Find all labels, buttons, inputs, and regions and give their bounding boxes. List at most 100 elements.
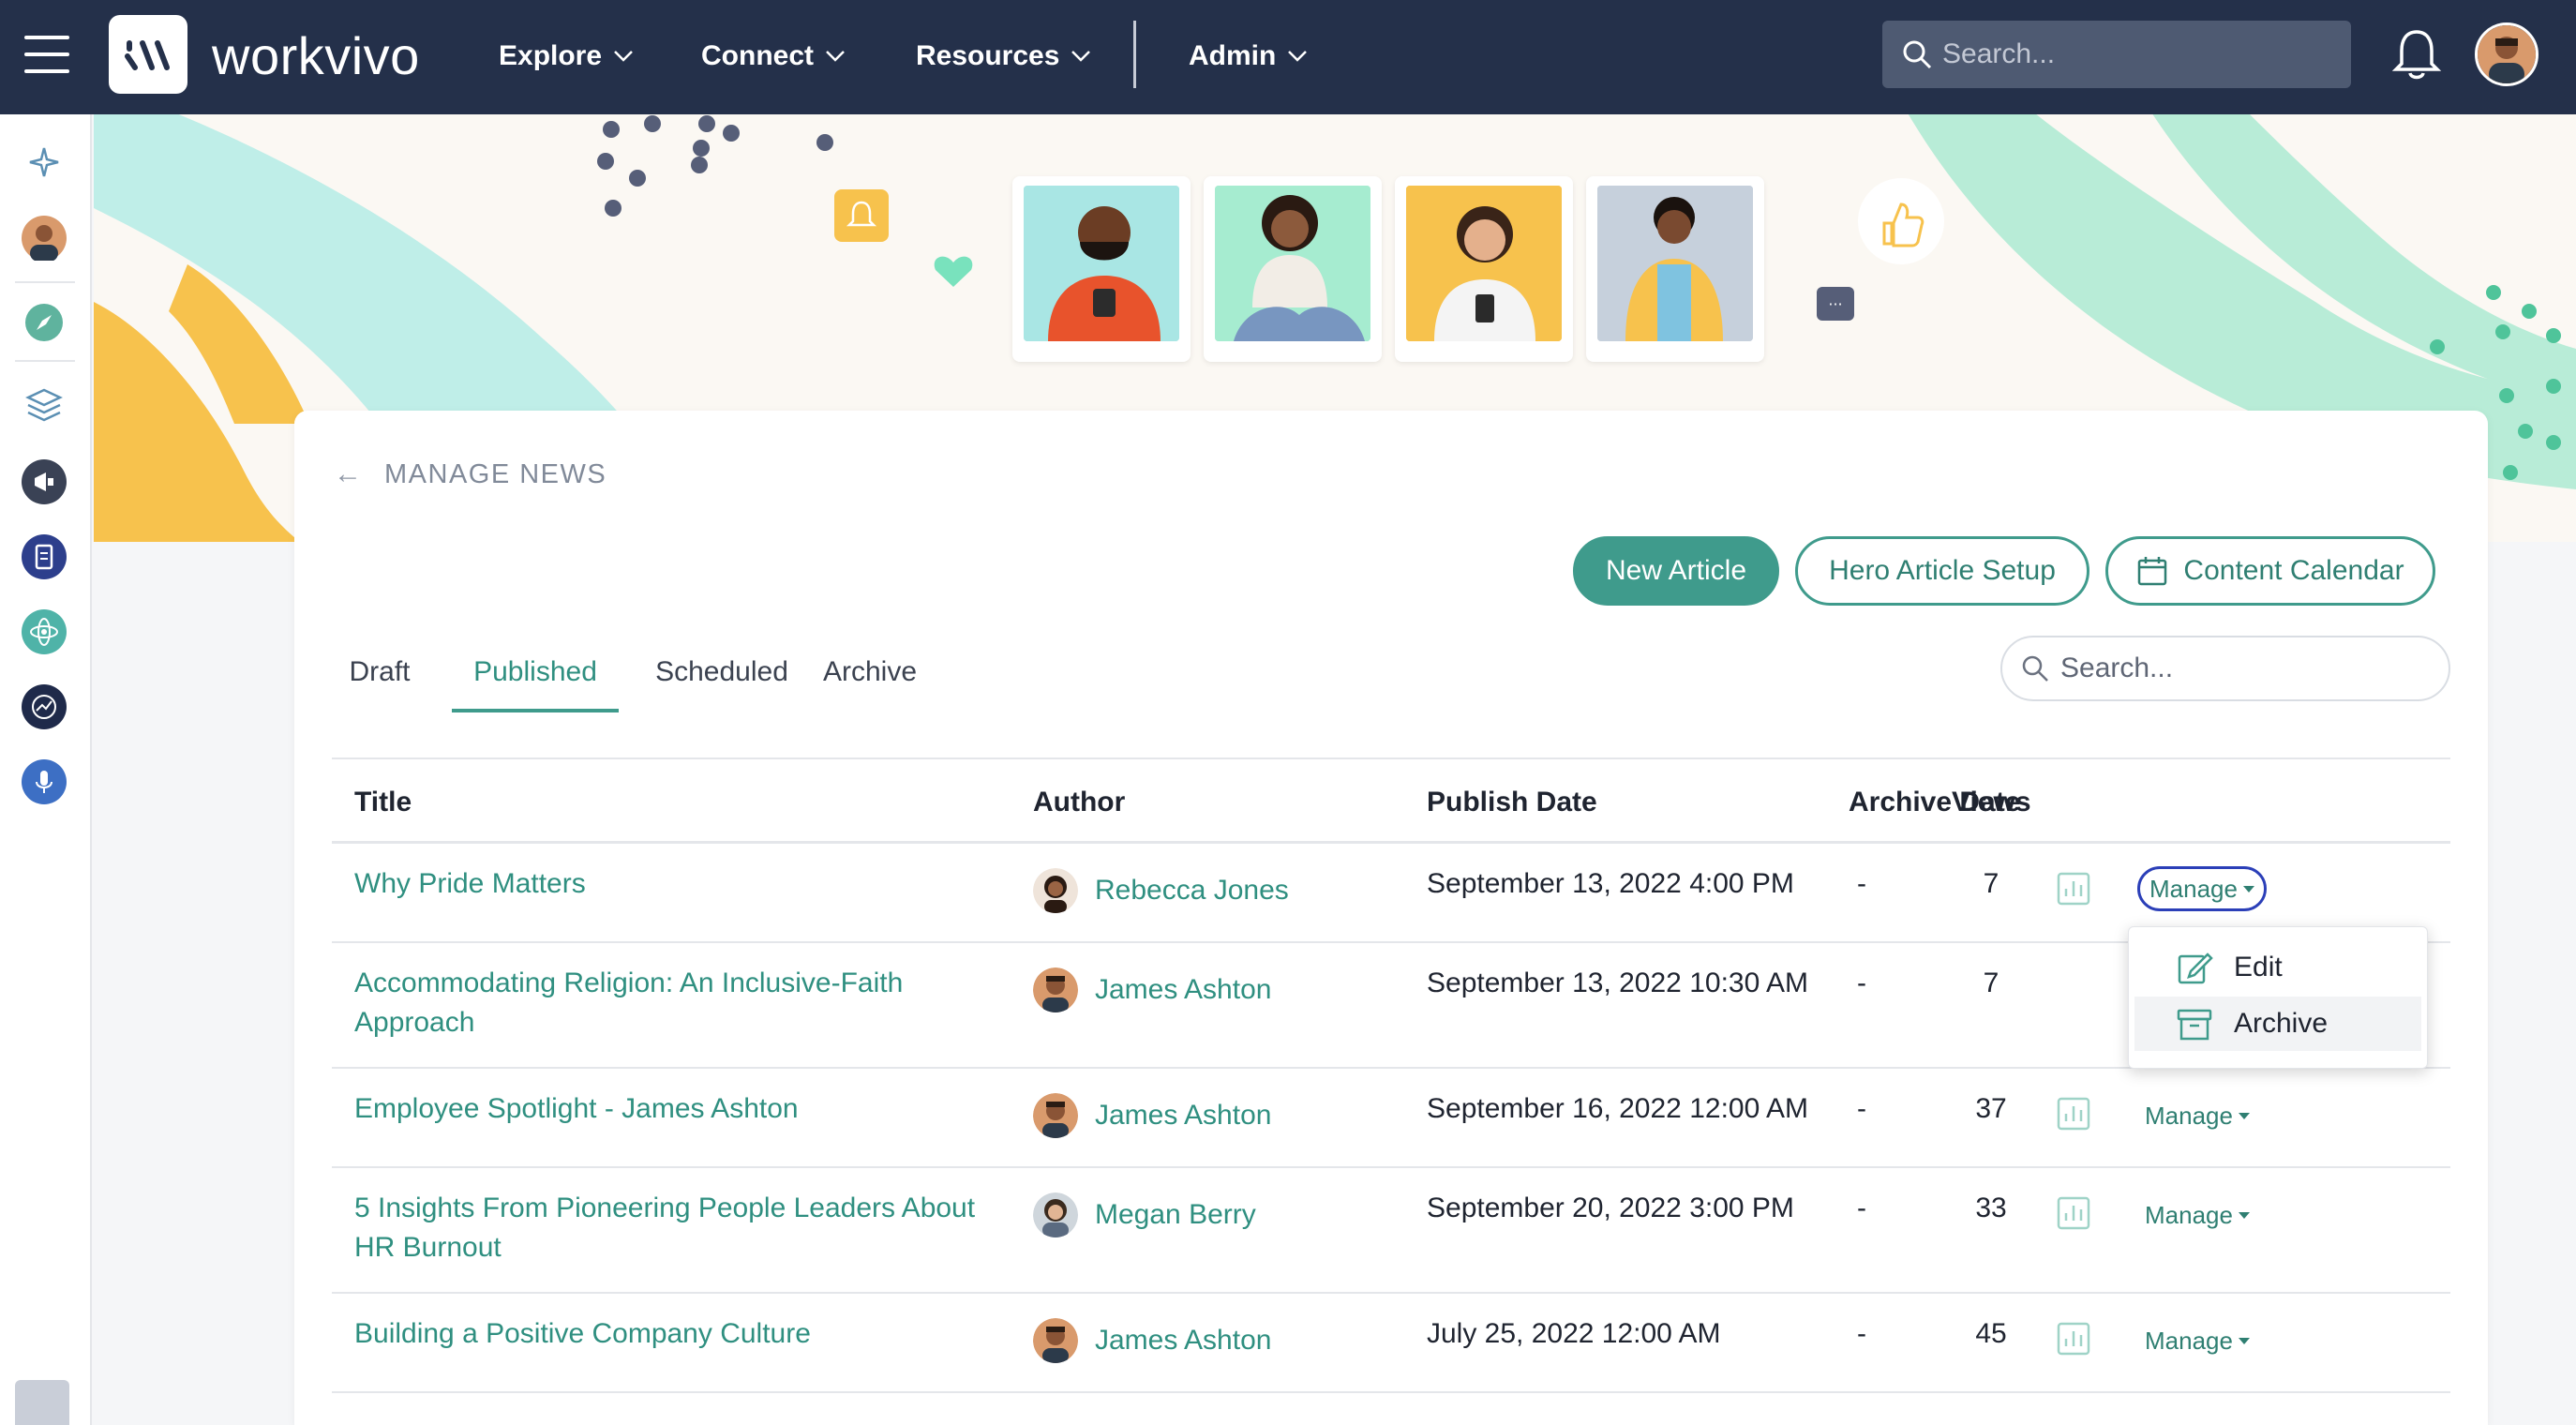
publish-date: July 25, 2022 12:00 AM (1427, 1318, 1721, 1349)
person-photo (1215, 186, 1370, 341)
user-avatar[interactable] (2475, 22, 2539, 86)
search-icon (1903, 40, 1932, 69)
content-calendar-label: Content Calendar (2183, 555, 2404, 586)
article-title-link[interactable]: 5 Insights From Pioneering People Leader… (354, 1189, 1011, 1268)
microphone-space-icon[interactable] (20, 758, 68, 806)
tab-scheduled[interactable]: Scheduled (651, 632, 793, 712)
nav-connect-label: Connect (701, 40, 814, 71)
active-tab-indicator (452, 709, 619, 712)
archive-date: - (1857, 868, 1866, 899)
manage-dropdown-button[interactable]: Manage (2137, 866, 2267, 911)
article-search-input[interactable] (2060, 652, 2435, 684)
tab-draft[interactable]: Draft (345, 632, 414, 712)
archive-date: - (1857, 968, 1866, 998)
manage-dropdown-button[interactable]: Manage (2137, 1192, 2257, 1238)
profile-avatar[interactable] (20, 214, 68, 262)
article-title-link[interactable]: Building a Positive Company Culture (354, 1314, 1011, 1354)
global-search[interactable] (1882, 21, 2351, 88)
author-avatar (1033, 1192, 1078, 1238)
arrow-left-icon: ← (334, 458, 362, 489)
notifications-bell-icon[interactable] (2390, 26, 2443, 82)
author-name: James Ashton (1095, 1325, 1272, 1356)
layers-icon[interactable] (20, 381, 68, 429)
hero-photo-card (1395, 176, 1573, 362)
sparkle-icon[interactable] (20, 139, 68, 188)
page-title: MANAGE NEWS (384, 458, 607, 489)
archive-date: - (1857, 1093, 1866, 1124)
manage-label: Manage (2145, 1326, 2233, 1355)
global-search-input[interactable] (1942, 38, 2336, 70)
nav-connect[interactable]: Connect (701, 28, 846, 84)
bar-chart-icon[interactable] (2055, 870, 2092, 908)
new-article-button[interactable]: New Article (1573, 536, 1779, 606)
column-header-title[interactable]: Title (354, 759, 412, 846)
view-count: 33 (1975, 1192, 2007, 1223)
author-avatar (1033, 868, 1078, 913)
column-header-author[interactable]: Author (1033, 759, 1125, 846)
manage-dropdown-button[interactable]: Manage (2137, 1318, 2257, 1363)
nav-admin-label: Admin (1189, 40, 1277, 71)
column-header-views[interactable]: Views (1952, 759, 2031, 846)
author-name: Rebecca Jones (1095, 875, 1289, 906)
table-header: Title Author Publish Date Archive Date V… (332, 758, 2450, 844)
article-title-link[interactable]: Accommodating Religion: An Inclusive-Fai… (354, 964, 1011, 1042)
menu-item-archive[interactable]: Archive (2134, 997, 2421, 1051)
bar-chart-icon[interactable] (2055, 1320, 2092, 1358)
bar-chart-icon[interactable] (2055, 1194, 2092, 1232)
article-author[interactable]: Megan Berry (1033, 1191, 1256, 1239)
view-count: 7 (1983, 868, 1999, 899)
manage-label: Manage (2145, 1101, 2233, 1130)
article-author[interactable]: Rebecca Jones (1033, 866, 1289, 915)
article-title-link[interactable]: Why Pride Matters (354, 864, 1011, 904)
person-photo (1597, 186, 1753, 341)
author-name: James Ashton (1095, 1100, 1272, 1131)
hero-article-setup-button[interactable]: Hero Article Setup (1795, 536, 2089, 606)
view-count: 7 (1983, 968, 1999, 998)
caret-down-icon (2242, 885, 2254, 892)
nav-explore[interactable]: Explore (499, 28, 634, 84)
author-name: James Ashton (1095, 974, 1272, 1005)
author-avatar (1033, 968, 1078, 1012)
back-link[interactable]: ← MANAGE NEWS (334, 456, 607, 493)
article-author[interactable]: James Ashton (1033, 1091, 1271, 1140)
compass-icon[interactable] (20, 298, 68, 347)
svg-text:···: ··· (1828, 295, 1842, 313)
publish-date: September 20, 2022 3:00 PM (1427, 1192, 1794, 1223)
sidebar-divider (15, 360, 75, 362)
megaphone-space-icon[interactable] (20, 458, 68, 506)
menu-item-edit[interactable]: Edit (2134, 940, 2421, 995)
manage-dropdown-menu: Edit Archive (2128, 926, 2428, 1069)
table-row: Building a Positive Company Culture Jame… (332, 1294, 2450, 1393)
tab-archive[interactable]: Archive (817, 632, 922, 712)
atom-space-icon[interactable] (20, 608, 68, 656)
nav-admin[interactable]: Admin (1189, 28, 1308, 84)
hamburger-menu-icon[interactable] (24, 36, 69, 73)
article-author[interactable]: James Ashton (1033, 966, 1271, 1014)
menu-item-archive-label: Archive (2234, 1008, 2329, 1039)
chevron-down-icon (1071, 51, 1091, 62)
article-search[interactable] (2000, 636, 2450, 701)
archive-date: - (1857, 1192, 1866, 1223)
analytics-space-icon[interactable] (20, 682, 68, 731)
document-space-icon[interactable] (20, 532, 68, 581)
content-calendar-button[interactable]: Content Calendar (2105, 536, 2435, 606)
author-name: Megan Berry (1095, 1199, 1256, 1230)
tab-published[interactable]: Published (452, 632, 619, 712)
view-count: 37 (1975, 1093, 2007, 1124)
article-author[interactable]: James Ashton (1033, 1316, 1271, 1365)
manage-dropdown-button[interactable]: Manage (2137, 1093, 2257, 1138)
author-avatar (1033, 1093, 1078, 1138)
nav-explore-label: Explore (499, 40, 603, 71)
manage-label: Manage (2149, 874, 2238, 903)
hero-photo-card (1586, 176, 1764, 362)
app-name: workvivo (212, 26, 420, 85)
sidebar-collapse-tab[interactable] (15, 1380, 69, 1425)
archive-icon (2177, 1009, 2212, 1041)
workvivo-logo[interactable] (109, 15, 187, 94)
column-header-publish-date[interactable]: Publish Date (1427, 759, 1597, 846)
article-title-link[interactable]: Employee Spotlight - James Ashton (354, 1089, 1011, 1129)
tab-published-label: Published (473, 656, 597, 687)
caret-down-icon (2238, 1211, 2250, 1219)
bar-chart-icon[interactable] (2055, 1095, 2092, 1132)
nav-resources[interactable]: Resources (916, 28, 1091, 84)
